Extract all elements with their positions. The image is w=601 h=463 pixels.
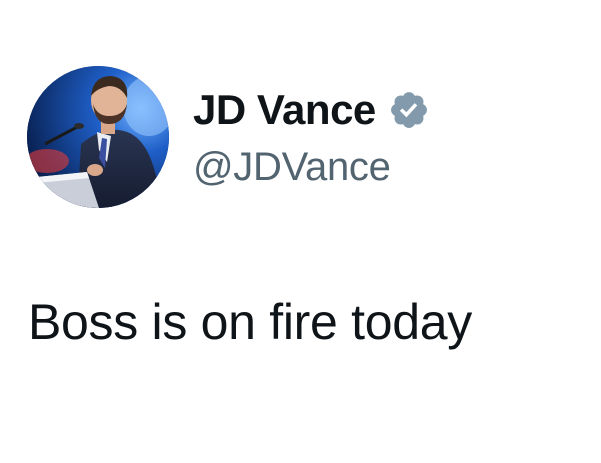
author-name-row[interactable]: JD Vance [193, 84, 430, 136]
verified-badge-icon [390, 92, 427, 128]
avatar[interactable] [27, 66, 169, 208]
chevron-down-icon[interactable] [44, 0, 66, 4]
tweet-card: JD Vance @JDVance Boss is on fire today [0, 0, 601, 463]
author-handle[interactable]: @JDVance [193, 147, 391, 187]
display-name[interactable]: JD Vance [193, 89, 376, 131]
tweet-text: Boss is on fire today [28, 294, 472, 350]
avatar-image [27, 66, 169, 208]
